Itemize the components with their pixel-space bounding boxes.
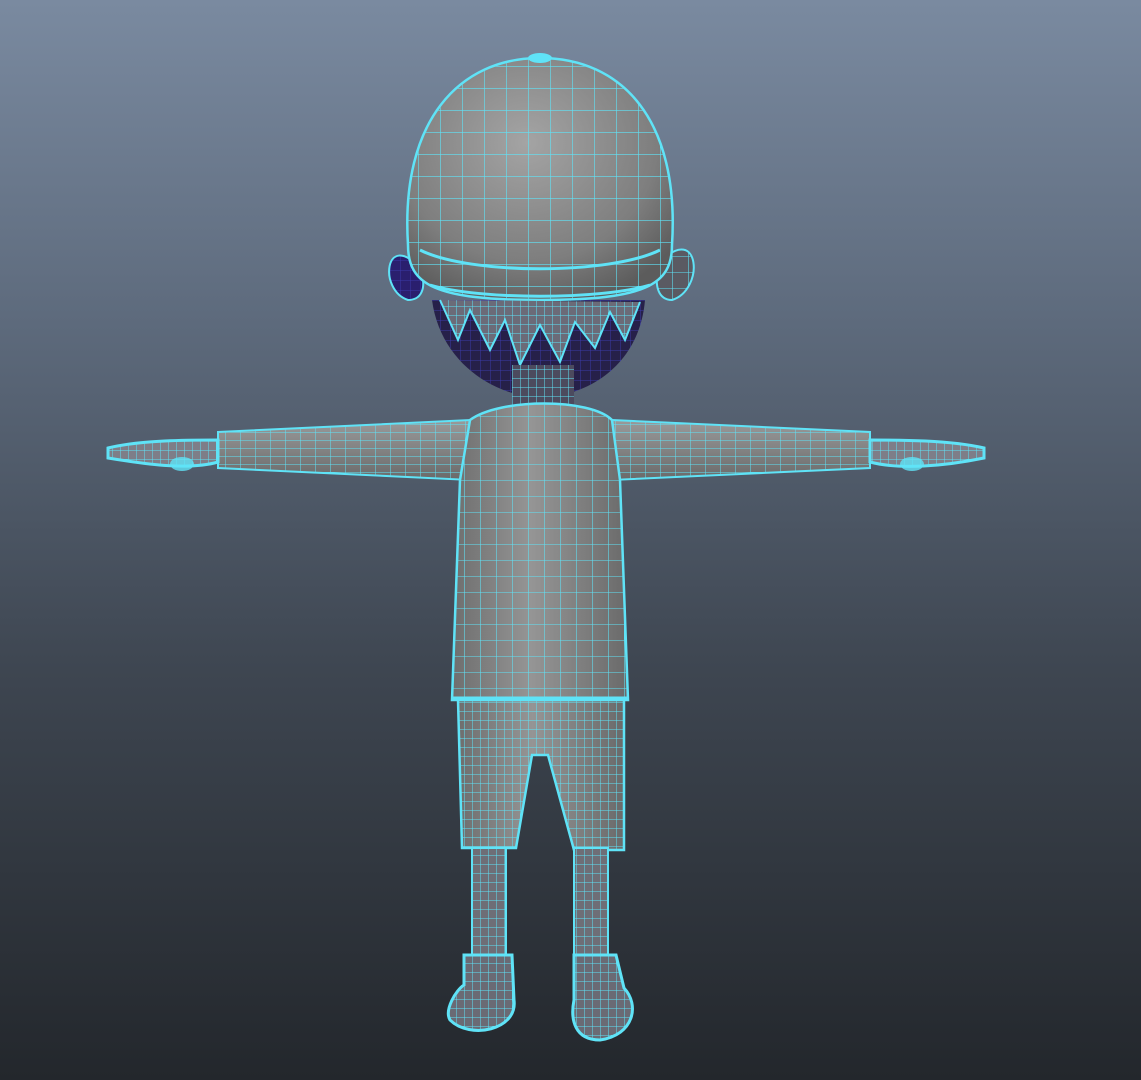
character-model[interactable] [0, 0, 1141, 1080]
head-cap-mesh [406, 53, 674, 302]
neck-mesh [512, 365, 574, 405]
right-arm-mesh [611, 418, 986, 482]
left-arm-mesh [106, 418, 471, 482]
right-shoe-mesh [571, 953, 634, 1042]
maya-3d-viewport[interactable] [0, 0, 1141, 1080]
torso-mesh [450, 402, 630, 702]
shorts-mesh [456, 698, 626, 852]
left-shoe-mesh [447, 953, 516, 1032]
left-leg-mesh [471, 847, 507, 959]
right-leg-mesh [573, 847, 609, 959]
